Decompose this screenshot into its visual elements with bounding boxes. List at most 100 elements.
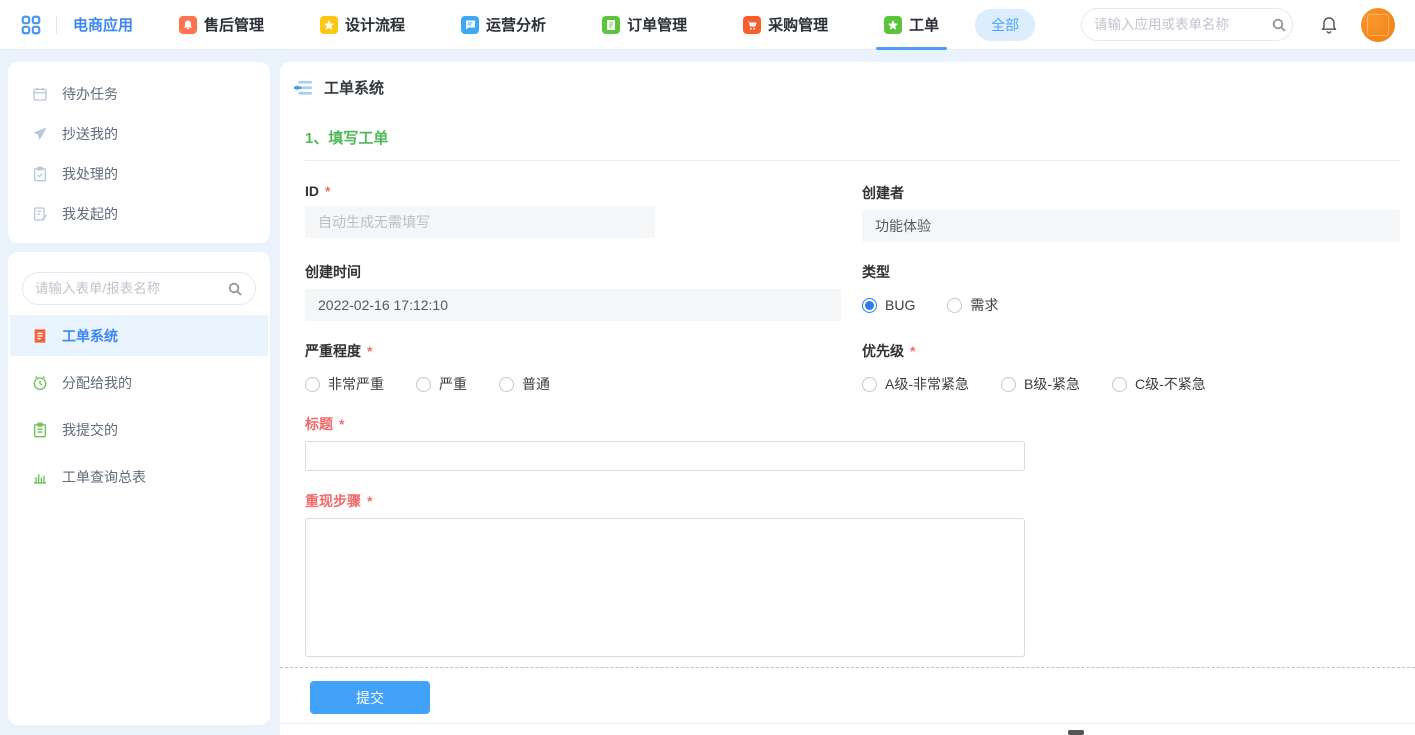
sidebar-item-label: 抄送我的: [62, 124, 118, 144]
field-label-text: 创建者: [862, 183, 904, 203]
radio-unchecked-icon: [416, 377, 431, 392]
field-id: ID * 自动生成无需填写: [305, 183, 841, 242]
star-icon: [884, 16, 902, 34]
nav-app-procurement[interactable]: 采购管理: [743, 0, 828, 50]
form-search-input[interactable]: [35, 281, 227, 296]
sidebar-item-workorder-system[interactable]: 工单系统: [10, 315, 268, 356]
field-label: 严重程度 *: [305, 341, 841, 361]
submit-button[interactable]: 提交: [310, 681, 430, 714]
search-icon[interactable]: [227, 281, 243, 297]
field-repro-steps: 重现步骤 *: [305, 491, 1400, 660]
sidebar-item-label: 我发起的: [62, 204, 118, 224]
nav-app-workorder[interactable]: 工单: [884, 0, 939, 50]
sidebar-item-label: 我提交的: [62, 420, 118, 440]
form-document-icon: [32, 328, 48, 344]
required-mark: *: [325, 183, 330, 199]
radio-unchecked-icon: [305, 377, 320, 392]
divider: [56, 16, 57, 34]
sidebar-item-cc-to-me[interactable]: 抄送我的: [8, 114, 270, 154]
forms-card: 工单系统 分配给我的 我提交的 工单查询总表: [8, 252, 270, 725]
sidebar-item-label: 工单系统: [62, 326, 118, 346]
search-icon[interactable]: [1271, 17, 1287, 33]
radio-unchecked-icon: [1112, 377, 1127, 392]
notification-bell-icon[interactable]: [1319, 15, 1339, 35]
sidebar-item-workorder-report[interactable]: 工单查询总表: [8, 456, 270, 497]
sidebar-item-assigned-to-me[interactable]: 分配给我的: [8, 362, 270, 403]
type-radio-group: BUG 需求: [862, 295, 1400, 315]
collapse-menu-icon[interactable]: [294, 80, 313, 96]
repro-steps-textarea[interactable]: [305, 518, 1025, 657]
radio-unchecked-icon: [862, 377, 877, 392]
creator-input[interactable]: 功能体验: [862, 210, 1400, 242]
sidebar-item-label: 分配给我的: [62, 373, 132, 393]
field-label: 创建时间: [305, 262, 841, 282]
clock-icon: [32, 375, 48, 391]
radio-label: 非常严重: [328, 374, 384, 394]
global-search[interactable]: [1081, 8, 1293, 41]
radio-unchecked-icon: [947, 298, 962, 313]
radio-label: 严重: [439, 374, 467, 394]
field-label-text: 类型: [862, 262, 890, 282]
nav-app-aftersales[interactable]: 售后管理: [179, 0, 264, 50]
radio-severity-critical[interactable]: 非常严重: [305, 374, 384, 394]
field-label: 类型: [862, 262, 1400, 282]
radio-unchecked-icon: [1001, 377, 1016, 392]
radio-severity-normal[interactable]: 普通: [499, 374, 550, 394]
field-label-text: ID: [305, 183, 319, 199]
radio-priority-c[interactable]: C级-不紧急: [1112, 374, 1206, 394]
app-nav: 售后管理 设计流程 运营分析 订单管理 采购管理: [179, 0, 939, 50]
section-divider: [305, 160, 1400, 161]
apps-grid-icon[interactable]: [20, 14, 42, 36]
nav-app-label: 运营分析: [486, 14, 546, 35]
horizontal-scrollbar-thumb[interactable]: [1068, 730, 1084, 735]
nav-app-orders[interactable]: 订单管理: [602, 0, 687, 50]
form-search[interactable]: [22, 272, 256, 305]
radio-severity-serious[interactable]: 严重: [416, 374, 467, 394]
radio-label: 普通: [522, 374, 550, 394]
brand-title: 电商应用: [73, 14, 133, 35]
priority-radio-group: A级-非常紧急 B级-紧急 C级-不紧急: [862, 374, 1400, 394]
chat-icon: [461, 16, 479, 34]
field-label: 优先级 *: [862, 341, 1400, 361]
document-icon: [602, 16, 620, 34]
panel-header: 工单系统: [280, 62, 1415, 98]
radio-type-bug[interactable]: BUG: [862, 297, 915, 313]
field-label-text: 严重程度: [305, 341, 361, 361]
nav-app-analytics[interactable]: 运营分析: [461, 0, 546, 50]
nav-app-label: 订单管理: [627, 14, 687, 35]
field-label-text: 优先级: [862, 341, 904, 361]
sidebar-item-label: 待办任务: [62, 84, 118, 104]
field-creator: 创建者 功能体验: [862, 183, 1400, 242]
clipboard-check-icon: [32, 166, 48, 182]
sidebar-item-submitted-by-me[interactable]: 我提交的: [8, 409, 270, 450]
star-icon: [320, 16, 338, 34]
sidebar-item-todo-tasks[interactable]: 待办任务: [8, 74, 270, 114]
radio-priority-b[interactable]: B级-紧急: [1001, 374, 1080, 394]
radio-label: C级-不紧急: [1135, 374, 1206, 394]
id-input[interactable]: 自动生成无需填写: [305, 206, 655, 238]
edit-doc-icon: [32, 206, 48, 222]
radio-priority-a[interactable]: A级-非常紧急: [862, 374, 969, 394]
field-created-time: 创建时间 2022-02-16 17:12:10: [305, 262, 841, 321]
field-priority: 优先级 * A级-非常紧急 B级-紧急 C级-不紧急: [862, 341, 1400, 394]
title-input[interactable]: [305, 441, 1025, 471]
radio-type-requirement[interactable]: 需求: [947, 295, 998, 315]
global-search-input[interactable]: [1094, 17, 1271, 32]
nav-app-design[interactable]: 设计流程: [320, 0, 405, 50]
all-apps-button[interactable]: 全部: [975, 9, 1035, 41]
sidebar-item-initiated-by-me[interactable]: 我发起的: [8, 194, 270, 234]
user-avatar[interactable]: [1361, 8, 1395, 42]
nav-app-label: 售后管理: [204, 14, 264, 35]
cart-icon: [743, 16, 761, 34]
field-label: ID *: [305, 183, 841, 199]
sidebar-item-handled-by-me[interactable]: 我处理的: [8, 154, 270, 194]
top-bar: 电商应用 售后管理 设计流程 运营分析 订单管理: [0, 0, 1415, 50]
field-label: 重现步骤 *: [305, 491, 1400, 511]
required-mark: *: [339, 416, 344, 432]
created-time-input[interactable]: 2022-02-16 17:12:10: [305, 289, 841, 321]
radio-label: 需求: [970, 295, 998, 315]
field-type: 类型 BUG 需求: [862, 262, 1400, 321]
severity-radio-group: 非常严重 严重 普通: [305, 374, 841, 394]
field-label: 标题 *: [305, 414, 1400, 434]
bottom-strip: [280, 723, 1415, 735]
